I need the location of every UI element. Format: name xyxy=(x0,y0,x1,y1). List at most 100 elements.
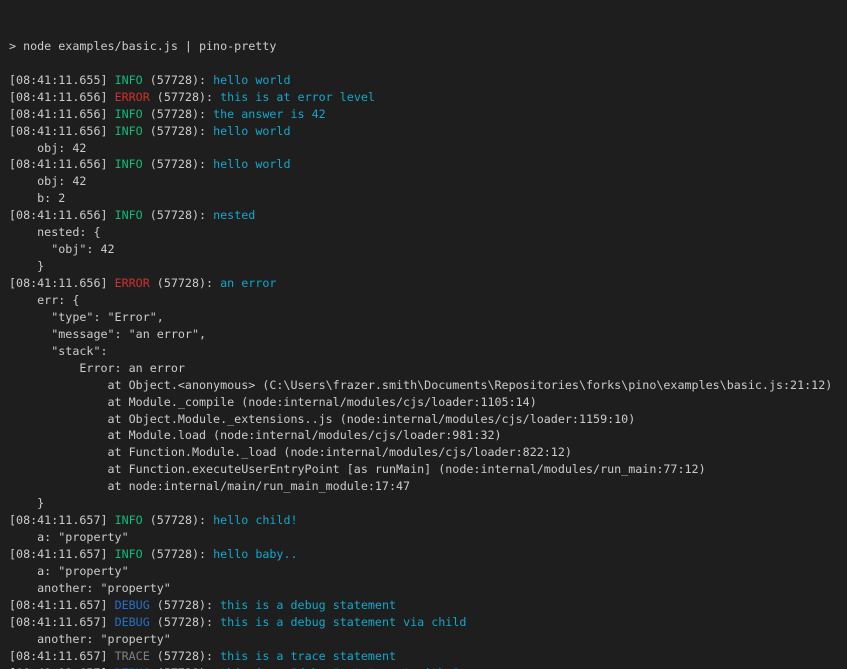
terminal-line: another: "property" xyxy=(9,631,843,648)
log-pid: (57728): xyxy=(150,666,220,669)
log-message: hello world xyxy=(213,157,290,171)
terminal-line: } xyxy=(9,258,843,275)
log-message: this is a debug statement via child xyxy=(220,615,466,629)
terminal-line: [08:41:11.656] INFO (57728): the answer … xyxy=(9,106,843,123)
terminal-line: [08:41:11.657] INFO (57728): hello baby.… xyxy=(9,546,843,563)
terminal-line: nested: { xyxy=(9,224,843,241)
log-detail: another: "property" xyxy=(9,632,171,646)
log-level: ERROR xyxy=(115,90,150,104)
log-timestamp: [08:41:11.657] xyxy=(9,598,115,612)
terminal-line: [08:41:11.657] DEBUG (57728): this is a … xyxy=(9,614,843,631)
log-message: this is a "debug" statement with " xyxy=(220,666,459,669)
terminal-line: at Module.load (node:internal/modules/cj… xyxy=(9,427,843,444)
log-detail: "message": "an error", xyxy=(9,327,206,341)
log-message: hello baby.. xyxy=(213,547,297,561)
stack-frame: at Module._compile (node:internal/module… xyxy=(9,395,537,409)
log-detail: a: "property" xyxy=(9,530,129,544)
log-timestamp: [08:41:11.656] xyxy=(9,157,115,171)
log-pid: (57728): xyxy=(150,615,220,629)
stack-frame: at Function.executeUserEntryPoint [as ru… xyxy=(9,462,706,476)
log-detail: err: { xyxy=(9,293,79,307)
log-level: INFO xyxy=(115,73,143,87)
log-detail: a: "property" xyxy=(9,564,129,578)
terminal-line: [08:41:11.656] INFO (57728): hello world xyxy=(9,123,843,140)
log-detail: } xyxy=(9,496,44,510)
log-detail: b: 2 xyxy=(9,191,65,205)
log-detail: obj: 42 xyxy=(9,174,86,188)
log-timestamp: [08:41:11.656] xyxy=(9,124,115,138)
log-detail: } xyxy=(9,259,44,273)
log-timestamp: [08:41:11.657] xyxy=(9,615,115,629)
log-level: INFO xyxy=(115,107,143,121)
log-detail: another: "property" xyxy=(9,581,171,595)
log-level: DEBUG xyxy=(115,598,150,612)
log-level: INFO xyxy=(115,547,143,561)
stack-frame: at Object.<anonymous> (C:\Users\frazer.s… xyxy=(9,378,832,392)
log-pid: (57728): xyxy=(143,208,213,222)
log-pid: (57728): xyxy=(143,107,213,121)
stack-frame: at Object.Module._extensions..js (node:i… xyxy=(9,412,635,426)
log-message: hello world xyxy=(213,73,290,87)
log-level: ERROR xyxy=(115,276,150,290)
log-message: hello world xyxy=(213,124,290,138)
log-level: INFO xyxy=(115,513,143,527)
terminal-line: [08:41:11.656] ERROR (57728): an error xyxy=(9,275,843,292)
log-timestamp: [08:41:11.657] xyxy=(9,547,115,561)
log-message: this is a trace statement xyxy=(220,649,396,663)
terminal-line: } xyxy=(9,495,843,512)
log-detail: nested: { xyxy=(9,225,100,239)
log-pid: (57728): xyxy=(143,513,213,527)
log-pid: (57728): xyxy=(150,649,220,663)
log-message: nested xyxy=(213,208,255,222)
shell-command: > node examples/basic.js | pino-pretty xyxy=(9,39,276,53)
terminal-line: at Object.<anonymous> (C:\Users\frazer.s… xyxy=(9,377,843,394)
log-level: INFO xyxy=(115,157,143,171)
log-message: hello child! xyxy=(213,513,297,527)
log-timestamp: [08:41:11.656] xyxy=(9,208,115,222)
log-level: INFO xyxy=(115,208,143,222)
terminal-line: another: "property" xyxy=(9,580,843,597)
log-detail: Error: an error xyxy=(9,361,185,375)
terminal-line: [08:41:11.656] INFO (57728): hello world xyxy=(9,156,843,173)
log-level: DEBUG xyxy=(115,666,150,669)
terminal-line: [08:41:11.657] DEBUG (57728): this is a … xyxy=(9,597,843,614)
terminal-line: obj: 42 xyxy=(9,173,843,190)
terminal-line: obj: 42 xyxy=(9,140,843,157)
log-detail: obj: 42 xyxy=(9,141,86,155)
terminal-line xyxy=(9,55,843,72)
log-detail: "stack": xyxy=(9,344,108,358)
log-pid: (57728): xyxy=(150,90,220,104)
log-pid: (57728): xyxy=(150,598,220,612)
log-pid: (57728): xyxy=(143,547,213,561)
terminal-line: [08:41:11.657] TRACE (57728): this is a … xyxy=(9,648,843,665)
log-timestamp: [08:41:11.656] xyxy=(9,90,115,104)
terminal-line: "type": "Error", xyxy=(9,309,843,326)
terminal-line: [08:41:11.657] DEBUG (57728): this is a … xyxy=(9,665,843,669)
log-timestamp: [08:41:11.657] xyxy=(9,649,115,663)
log-timestamp: [08:41:11.655] xyxy=(9,73,115,87)
log-pid: (57728): xyxy=(150,276,220,290)
stack-frame: at node:internal/main/run_main_module:17… xyxy=(9,479,410,493)
log-timestamp: [08:41:11.657] xyxy=(9,666,115,669)
log-timestamp: [08:41:11.656] xyxy=(9,107,115,121)
log-message: an error xyxy=(220,276,276,290)
log-detail: "obj": 42 xyxy=(9,242,115,256)
terminal-line: a: "property" xyxy=(9,529,843,546)
log-pid: (57728): xyxy=(143,124,213,138)
log-message: this is a debug statement xyxy=(220,598,396,612)
terminal-line: at Module._compile (node:internal/module… xyxy=(9,394,843,411)
log-pid: (57728): xyxy=(143,157,213,171)
stack-frame: at Module.load (node:internal/modules/cj… xyxy=(9,428,502,442)
terminal[interactable]: > node examples/basic.js | pino-pretty [… xyxy=(0,0,847,669)
terminal-line: at node:internal/main/run_main_module:17… xyxy=(9,478,843,495)
terminal-line: a: "property" xyxy=(9,563,843,580)
terminal-line: "stack": xyxy=(9,343,843,360)
terminal-line: [08:41:11.656] ERROR (57728): this is at… xyxy=(9,89,843,106)
log-level: TRACE xyxy=(115,649,150,663)
terminal-line: b: 2 xyxy=(9,190,843,207)
stack-frame: at Function.Module._load (node:internal/… xyxy=(9,445,572,459)
log-timestamp: [08:41:11.657] xyxy=(9,513,115,527)
terminal-line: err: { xyxy=(9,292,843,309)
terminal-line: at Function.Module._load (node:internal/… xyxy=(9,444,843,461)
terminal-line: "message": "an error", xyxy=(9,326,843,343)
